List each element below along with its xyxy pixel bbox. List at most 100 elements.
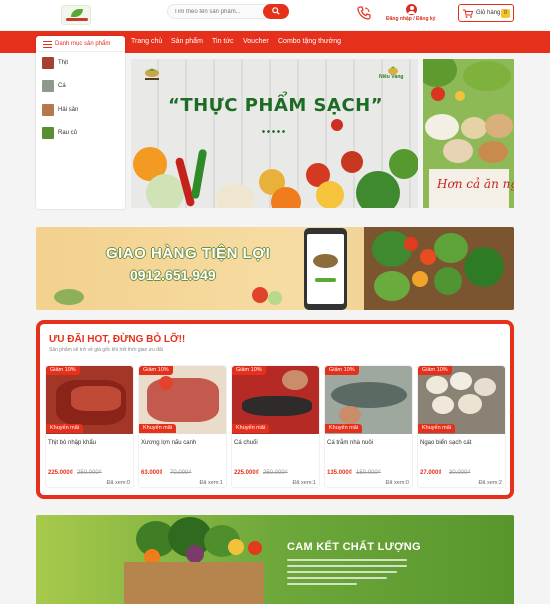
nav-news[interactable]: Tin tức: [212, 38, 234, 45]
cart-icon: [463, 9, 473, 18]
nav-products[interactable]: Sản phẩm: [171, 38, 203, 45]
quality-text-line: [287, 571, 397, 573]
recipe-book: Hơn cả ăn ngon: [429, 169, 514, 208]
product-image[interactable]: Giảm 10% Khuyến mãi: [325, 366, 412, 434]
pepper-decoration: [228, 539, 244, 555]
cucumber-decoration: [268, 291, 282, 305]
category-header[interactable]: Danh mục sản phẩm: [36, 36, 125, 52]
promo-badge: Khuyến mãi: [418, 424, 456, 433]
dish-decoration: [478, 141, 508, 163]
tomato-decoration: [331, 119, 343, 131]
discount-badge: Giảm 10%: [139, 366, 173, 375]
category-title: Danh mục sản phẩm: [55, 41, 111, 47]
dish-decoration: [443, 139, 473, 163]
category-sidebar: Danh mục sản phẩm Thịt Cá Hải sản Rau củ: [36, 36, 125, 209]
product-image[interactable]: Giảm 10% Khuyến mãi: [139, 366, 226, 434]
category-label: Thịt: [58, 60, 69, 66]
promo-badge: Khuyến mãi: [325, 424, 363, 433]
category-item-meat[interactable]: Thịt: [42, 57, 122, 69]
quality-text-line: [287, 565, 407, 567]
product-old-price: 250.000₫: [77, 470, 102, 476]
delivery-phone[interactable]: 0912.651.949: [130, 267, 216, 283]
garlic-decoration: [216, 184, 254, 208]
product-card[interactable]: Giảm 10% Khuyến mãi Cá chuối 225.000₫ 25…: [231, 365, 320, 488]
category-thumbnail: [42, 104, 54, 116]
dish-decoration: [461, 117, 487, 139]
cart-label: Giỏ hàng: [476, 10, 501, 16]
phone-screen: [307, 234, 344, 304]
product-price: 225.000₫: [48, 470, 73, 476]
hero-banner[interactable]: Niêu Vàng “THỰC PHẨM SẠCH”: [131, 59, 418, 208]
product-name[interactable]: Xương lợn nấu canh: [141, 440, 196, 446]
login-link[interactable]: Đăng nhập / Đăng ký: [386, 16, 435, 22]
tomato-decoration: [248, 541, 262, 555]
dish-decoration: [425, 114, 459, 140]
category-label: Cá: [58, 83, 66, 89]
deals-subtitle: Sản phẩm sẽ trở về giá gốc khi hết thời …: [49, 347, 163, 353]
quality-banner[interactable]: CAM KẾT CHẤT LƯỢNG: [36, 515, 514, 604]
user-icon[interactable]: [406, 4, 417, 15]
product-image[interactable]: Giảm 10% Khuyến mãi: [418, 366, 505, 434]
logo-leaf-icon: [71, 9, 83, 17]
product-price: 135.000₫: [327, 470, 352, 476]
search-button[interactable]: [263, 4, 289, 19]
product-old-price: 150.000₫: [356, 470, 381, 476]
site-header: Đăng nhập / Đăng ký Giỏ hàng 0: [0, 0, 550, 30]
nav-voucher[interactable]: Voucher: [243, 38, 269, 45]
phone-icon[interactable]: [357, 6, 371, 20]
category-item-vegetables[interactable]: Rau củ: [42, 127, 122, 139]
product-image[interactable]: Giảm 10% Khuyến mãi: [232, 366, 319, 434]
search-input[interactable]: [174, 6, 264, 18]
brand-name: Niêu Vàng: [379, 74, 404, 80]
category-label: Rau củ: [58, 130, 78, 136]
product-card[interactable]: Giảm 10% Khuyến mãi Cá trắm nhà nuôi 135…: [324, 365, 413, 488]
promo-badge: Khuyến mãi: [46, 424, 84, 433]
cart-button[interactable]: Giỏ hàng 0: [458, 4, 514, 22]
product-name[interactable]: Thịt bò nhập khẩu: [48, 440, 96, 446]
delivery-banner[interactable]: GIAO HÀNG TIỆN LỢI 0912.651.949: [36, 227, 514, 310]
nav-combo[interactable]: Combo tặng thưởng: [278, 38, 341, 45]
hero-dots-decoration: [261, 130, 285, 133]
greens-decoration: [463, 61, 511, 91]
quality-text-line: [287, 577, 387, 579]
product-price: 27.000₫: [420, 470, 442, 476]
product-views: Đã xem:0: [106, 480, 130, 486]
book-title: Hơn cả ăn ngon: [437, 177, 514, 191]
category-item-seafood[interactable]: Hải sản: [42, 104, 122, 116]
product-card[interactable]: Giảm 10% Khuyến mãi Ngao biển sạch cát 2…: [417, 365, 506, 488]
greens-decoration: [389, 149, 418, 179]
category-item-fish[interactable]: Cá: [42, 80, 122, 92]
discount-badge: Giảm 10%: [232, 366, 266, 375]
side-promo-banner[interactable]: Hơn cả ăn ngon: [423, 59, 514, 208]
promo-badge: Khuyến mãi: [139, 424, 177, 433]
product-image[interactable]: Giảm 10% Khuyến mãi: [46, 366, 133, 434]
product-old-price: 70.000₫: [170, 470, 192, 476]
product-name[interactable]: Cá trắm nhà nuôi: [327, 440, 373, 446]
product-name[interactable]: Cá chuối: [234, 440, 258, 446]
tomato-decoration: [431, 87, 445, 101]
product-old-price: 30.000₫: [449, 470, 471, 476]
brand-logo-niêu-vàng: Niêu Vàng: [379, 66, 409, 84]
discount-badge: Giảm 10%: [325, 366, 359, 375]
nav-home[interactable]: Trang chủ: [131, 38, 162, 45]
product-name[interactable]: Ngao biển sạch cát: [420, 440, 471, 446]
product-views: Đã xem:0: [385, 480, 409, 486]
search-box: [167, 4, 289, 19]
product-card[interactable]: Giảm 10% Khuyến mãi Thịt bò nhập khẩu 22…: [45, 365, 134, 488]
pepper-decoration: [316, 181, 344, 208]
hot-deals-section: ƯU ĐÃI HOT, ĐỪNG BỎ LỠ!! Sản phẩm sẽ trở…: [36, 320, 514, 499]
brand-logo-small: [145, 68, 159, 80]
product-views: Đã xem:2: [478, 480, 502, 486]
site-logo[interactable]: [61, 5, 91, 25]
discount-badge: Giảm 10%: [418, 366, 452, 375]
quality-text-line: [287, 583, 357, 585]
menu-icon: [43, 41, 52, 48]
pepper-decoration: [252, 287, 268, 303]
product-price: 63.000₫: [141, 470, 163, 476]
hero-title: “THỰC PHẨM SẠCH”: [168, 95, 384, 116]
chevron-right-icon[interactable]: ›: [509, 409, 511, 415]
orange-decoration: [271, 187, 301, 208]
product-card[interactable]: Giảm 10% Khuyến mãi Xương lợn nấu canh 6…: [138, 365, 227, 488]
delivery-title: GIAO HÀNG TIỆN LỢI: [106, 245, 271, 262]
quality-title: CAM KẾT CHẤT LƯỢNG: [287, 541, 421, 553]
